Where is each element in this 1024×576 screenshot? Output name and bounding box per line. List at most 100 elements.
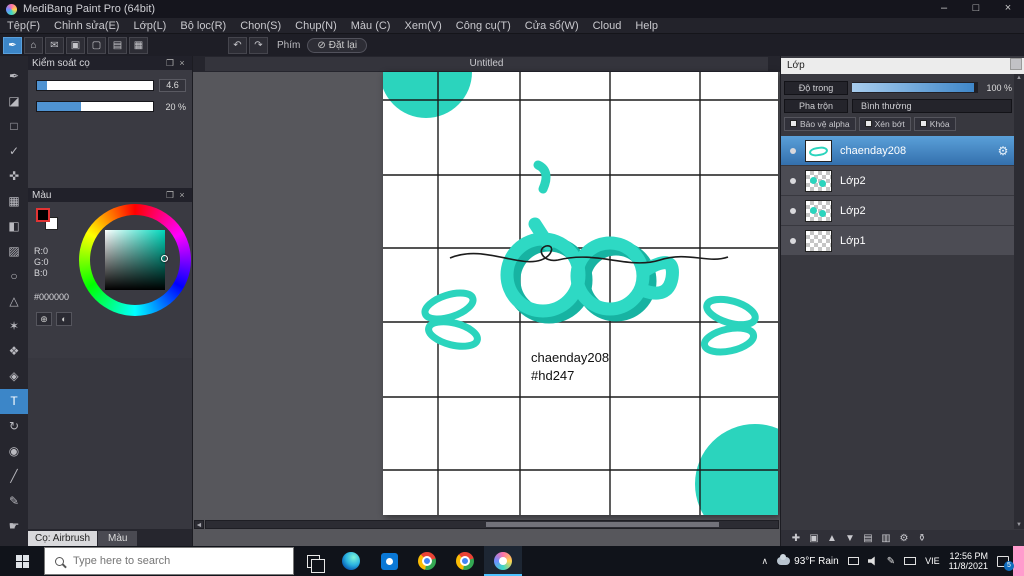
- layer-row[interactable]: Lớp1: [781, 226, 1014, 255]
- weather-widget[interactable]: 93°F Rain: [777, 554, 839, 567]
- color-swatches[interactable]: [36, 208, 62, 234]
- lasso-tool[interactable]: ○: [0, 264, 28, 289]
- reset-button[interactable]: ⊘ Đặt lại: [307, 37, 368, 53]
- lock-checkbox[interactable]: Khóa: [913, 116, 956, 131]
- layers-panel-menu-icon[interactable]: [1010, 58, 1022, 70]
- redo-icon[interactable]: ↷: [249, 36, 268, 54]
- checkbox-icon[interactable]: [864, 120, 872, 127]
- check-tool[interactable]: ✓: [0, 139, 28, 164]
- save-icon[interactable]: ⌂: [24, 36, 43, 54]
- volume-icon[interactable]: [867, 556, 875, 566]
- draw-tool[interactable]: ✎: [0, 489, 28, 514]
- gradient-tool[interactable]: ▨: [0, 239, 28, 264]
- palette-swap-icon[interactable]: ◐: [56, 312, 72, 326]
- taskbar-app-edge[interactable]: [332, 546, 370, 576]
- brush-icon[interactable]: ✒: [3, 36, 22, 54]
- layer-thumbnail[interactable]: [805, 169, 832, 192]
- menu-filter[interactable]: Bộ lọc(R): [173, 18, 233, 34]
- menu-window[interactable]: Cửa sổ(W): [518, 18, 586, 34]
- start-button[interactable]: [0, 546, 44, 576]
- layer-visibility-icon[interactable]: [790, 147, 796, 154]
- document-tab[interactable]: Untitled: [205, 57, 768, 71]
- saturation-value-square[interactable]: [105, 230, 168, 290]
- popout-icon[interactable]: ❐: [164, 58, 176, 69]
- rotate-tool[interactable]: ↻: [0, 414, 28, 439]
- canvas-page[interactable]: chaenday208 #hd247: [380, 56, 780, 544]
- color-mode-icon[interactable]: ⊕: [36, 312, 52, 326]
- select-tool[interactable]: ▦: [0, 189, 28, 214]
- pen-settings-icon[interactable]: ✎: [887, 556, 895, 567]
- taskbar-app-messenger[interactable]: [370, 546, 408, 576]
- close-icon[interactable]: ×: [176, 58, 188, 68]
- scroll-left-icon[interactable]: ◄: [194, 520, 204, 529]
- menu-cloud[interactable]: Cloud: [586, 18, 629, 34]
- layer-settings-icon[interactable]: ⚙: [992, 144, 1014, 158]
- color-picker-marker[interactable]: [161, 255, 168, 262]
- hidden-icons-chevron[interactable]: ∧: [762, 556, 769, 567]
- merge-layer-icon[interactable]: ▥: [879, 533, 893, 544]
- foreground-color-swatch[interactable]: [36, 208, 50, 222]
- taskbar-app-medibang[interactable]: [484, 546, 522, 576]
- maximize-button[interactable]: □: [960, 0, 992, 18]
- opacity-slider[interactable]: [852, 82, 978, 93]
- checkbox-icon[interactable]: [919, 120, 927, 127]
- menu-tools[interactable]: Công cụ(T): [449, 18, 518, 34]
- grid-icon[interactable]: ▦: [129, 36, 148, 54]
- brush-status-tab[interactable]: Cọ: Airbrush: [28, 531, 98, 546]
- layers-scrollbar[interactable]: ▲ ▼: [1014, 74, 1024, 529]
- layer-down-icon[interactable]: ▼: [843, 533, 857, 544]
- layer-visibility-icon[interactable]: [790, 237, 796, 244]
- close-icon[interactable]: ×: [176, 190, 188, 200]
- brush-size-slider[interactable]: [36, 80, 154, 91]
- layer-row[interactable]: Lớp2: [781, 196, 1014, 225]
- eraser-tool[interactable]: ◪: [0, 89, 28, 114]
- clipping-checkbox[interactable]: Xén bớt: [858, 116, 911, 131]
- layer-thumbnail[interactable]: [805, 229, 832, 252]
- menu-view[interactable]: Xem(V): [397, 18, 448, 34]
- scrollbar-thumb[interactable]: [486, 522, 719, 527]
- hand-tool[interactable]: ☛: [0, 514, 28, 539]
- line-tool[interactable]: ╱: [0, 464, 28, 489]
- duplicate-layer-icon[interactable]: ▣: [807, 533, 821, 544]
- bucket-tool[interactable]: ◧: [0, 214, 28, 239]
- language-indicator[interactable]: VIE: [925, 556, 940, 566]
- menu-color[interactable]: Màu (C): [344, 18, 398, 34]
- page-icon[interactable]: ▢: [87, 36, 106, 54]
- text-tool[interactable]: T: [0, 389, 28, 414]
- new-folder-icon[interactable]: ▤: [861, 533, 875, 544]
- layer-visibility-icon[interactable]: [790, 207, 796, 214]
- new-layer-icon[interactable]: ✚: [789, 533, 803, 544]
- search-input[interactable]: [73, 555, 273, 567]
- close-button[interactable]: ×: [992, 0, 1024, 18]
- menu-file[interactable]: Tệp(F): [0, 18, 47, 34]
- layer-row[interactable]: chaenday208 ⚙: [781, 136, 1014, 165]
- taskbar-app-chrome-2[interactable]: [446, 546, 484, 576]
- palette-icon[interactable]: ▣: [66, 36, 85, 54]
- layer-thumbnail[interactable]: [805, 139, 832, 162]
- menu-select[interactable]: Chọn(S): [233, 18, 288, 34]
- canvas-artwork[interactable]: chaenday208 #hd247: [380, 56, 780, 544]
- notification-center-icon[interactable]: 5: [997, 555, 1014, 571]
- blend-mode-dropdown[interactable]: Bình thường: [852, 98, 1012, 113]
- horizontal-scrollbar[interactable]: [205, 520, 779, 529]
- layer-visibility-icon[interactable]: [790, 177, 796, 184]
- hue-wheel[interactable]: [79, 204, 191, 316]
- color-tab[interactable]: Màu: [98, 531, 138, 546]
- touch-keyboard-icon[interactable]: [904, 557, 917, 565]
- list-icon[interactable]: ▤: [108, 36, 127, 54]
- scroll-up-icon[interactable]: ▲: [1016, 75, 1022, 81]
- popout-icon[interactable]: ❐: [164, 190, 176, 201]
- layer-thumbnail[interactable]: [805, 199, 832, 222]
- task-view-button[interactable]: [294, 546, 332, 576]
- layer-settings-icon[interactable]: ⚙: [897, 533, 911, 544]
- brush-opacity-slider[interactable]: [36, 101, 154, 112]
- menu-snap[interactable]: Chụp(N): [288, 18, 344, 34]
- taskbar-app-chrome-1[interactable]: [408, 546, 446, 576]
- taskbar-search[interactable]: [44, 547, 294, 575]
- menu-layer[interactable]: Lớp(L): [126, 18, 173, 34]
- display-icon[interactable]: [847, 557, 859, 565]
- menu-edit[interactable]: Chỉnh sửa(E): [47, 18, 126, 34]
- rect-tool[interactable]: □: [0, 114, 28, 139]
- menu-help[interactable]: Help: [628, 18, 665, 34]
- taskbar-clock[interactable]: 12:56 PM 11/8/2021: [949, 551, 988, 571]
